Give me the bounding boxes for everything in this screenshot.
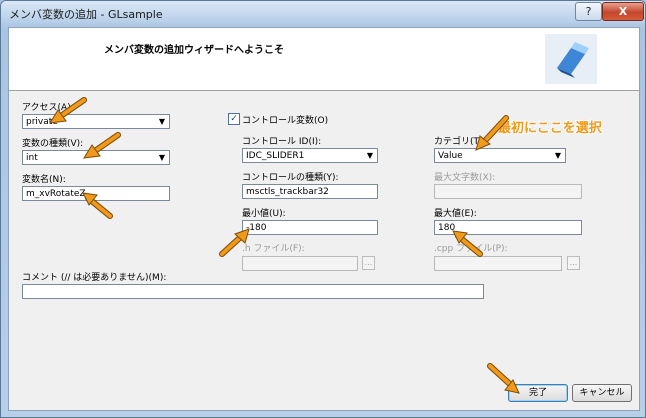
max-value-label: 最大値(E): [434, 209, 477, 219]
window-title: メンバ変数の追加 - GLsample [9, 8, 163, 21]
max-chars-label: 最大文字数(X): [434, 173, 496, 183]
var-type-value: int [26, 153, 38, 163]
annotation-arrow-icon [475, 115, 509, 151]
annotation-arrow-icon [49, 97, 87, 124]
annotation-arrow-icon [83, 132, 121, 159]
cpp-file-input[interactable] [434, 256, 562, 271]
control-var-checkbox[interactable]: ✓ [228, 113, 240, 125]
annotation-arrow-icon [487, 363, 520, 394]
control-id-label: コントロール ID(I): [242, 137, 322, 147]
close-button[interactable]: X [602, 2, 644, 21]
annotation-arrow-icon [219, 228, 250, 257]
cancel-button[interactable]: キャンセル [572, 384, 632, 402]
checkmark-icon: ✓ [230, 114, 238, 124]
var-name-label: 変数名(N): [22, 175, 66, 185]
h-file-browse-button[interactable]: ... [362, 256, 375, 270]
chevron-down-icon[interactable]: ▼ [155, 115, 169, 128]
annotation-arrow-icon [452, 230, 483, 257]
control-type-value: msctls_trackbar32 [246, 187, 329, 197]
access-combo[interactable]: private ▼ [22, 114, 170, 129]
comment-label: コメント (// は必要ありません)(M): [22, 273, 167, 283]
chevron-down-icon[interactable]: ▼ [363, 149, 377, 162]
control-id-combo[interactable]: IDC_SLIDER1 ▼ [242, 148, 378, 163]
h-file-input[interactable] [242, 256, 358, 271]
wizard-banner: メンバ変数の追加ウィザードへようこそ [9, 28, 639, 91]
comment-input[interactable] [22, 284, 484, 299]
wizard-cube-icon [545, 34, 597, 84]
cpp-file-browse-button[interactable]: ... [567, 256, 580, 270]
min-value-input[interactable]: -180 [242, 220, 378, 235]
annotation-callout: 最初にここを選択 [498, 121, 602, 136]
control-var-label: コントロール変数(O) [242, 116, 329, 126]
category-value: Value [438, 151, 463, 161]
control-type-field: msctls_trackbar32 [242, 184, 378, 199]
chevron-down-icon[interactable]: ▼ [155, 151, 169, 164]
min-value-label: 最小値(U): [242, 209, 286, 219]
var-type-label: 変数の種類(V): [22, 139, 84, 149]
control-id-value: IDC_SLIDER1 [246, 151, 305, 161]
chevron-down-icon[interactable]: ▼ [551, 149, 565, 162]
title-bar[interactable]: メンバ変数の追加 - GLsample ? X [1, 1, 645, 23]
annotation-arrow-icon [82, 192, 113, 219]
max-chars-input[interactable] [434, 184, 582, 199]
banner-title: メンバ変数の追加ウィザードへようこそ [104, 45, 284, 56]
help-button[interactable]: ? [575, 2, 602, 21]
control-type-label: コントロールの種類(Y): [242, 173, 339, 183]
var-name-value: m_xvRotateZ [26, 189, 86, 199]
